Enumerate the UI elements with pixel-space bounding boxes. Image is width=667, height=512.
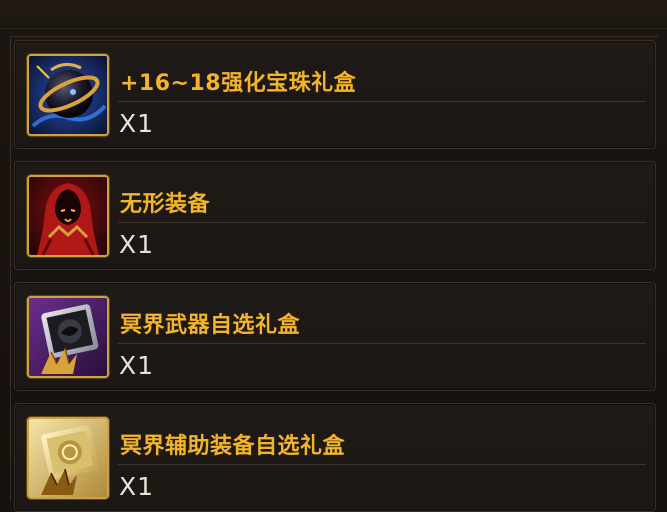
gold-gift-box-icon xyxy=(27,417,109,499)
reward-panel: +16~18强化宝珠礼盒 X1 无形装备 X1 冥界武器自选礼盒 X1 冥界辅助… xyxy=(0,0,667,512)
reward-list: +16~18强化宝珠礼盒 X1 无形装备 X1 冥界武器自选礼盒 X1 冥界辅助… xyxy=(10,36,658,512)
dark-orb-icon xyxy=(27,54,109,136)
purple-gift-box-icon xyxy=(27,296,109,378)
divider xyxy=(118,464,646,465)
item-name: 冥界辅助装备自选礼盒 xyxy=(120,434,346,459)
item-name: 无形装备 xyxy=(120,192,211,217)
item-quantity: X1 xyxy=(119,351,155,380)
item-name: 冥界武器自选礼盒 xyxy=(120,313,301,338)
panel-header-band xyxy=(0,0,667,29)
item-name: +16~18强化宝珠礼盒 xyxy=(120,71,357,96)
reward-item[interactable]: 冥界武器自选礼盒 X1 xyxy=(14,282,656,391)
divider xyxy=(118,101,646,102)
divider xyxy=(118,343,646,344)
hooded-figure-icon xyxy=(27,175,109,257)
item-quantity: X1 xyxy=(119,109,155,138)
divider xyxy=(118,222,646,223)
reward-item[interactable]: +16~18强化宝珠礼盒 X1 xyxy=(14,40,656,149)
reward-item[interactable]: 冥界辅助装备自选礼盒 X1 xyxy=(14,403,656,512)
item-quantity: X1 xyxy=(119,230,155,259)
reward-item[interactable]: 无形装备 X1 xyxy=(14,161,656,270)
item-quantity: X1 xyxy=(119,472,155,501)
